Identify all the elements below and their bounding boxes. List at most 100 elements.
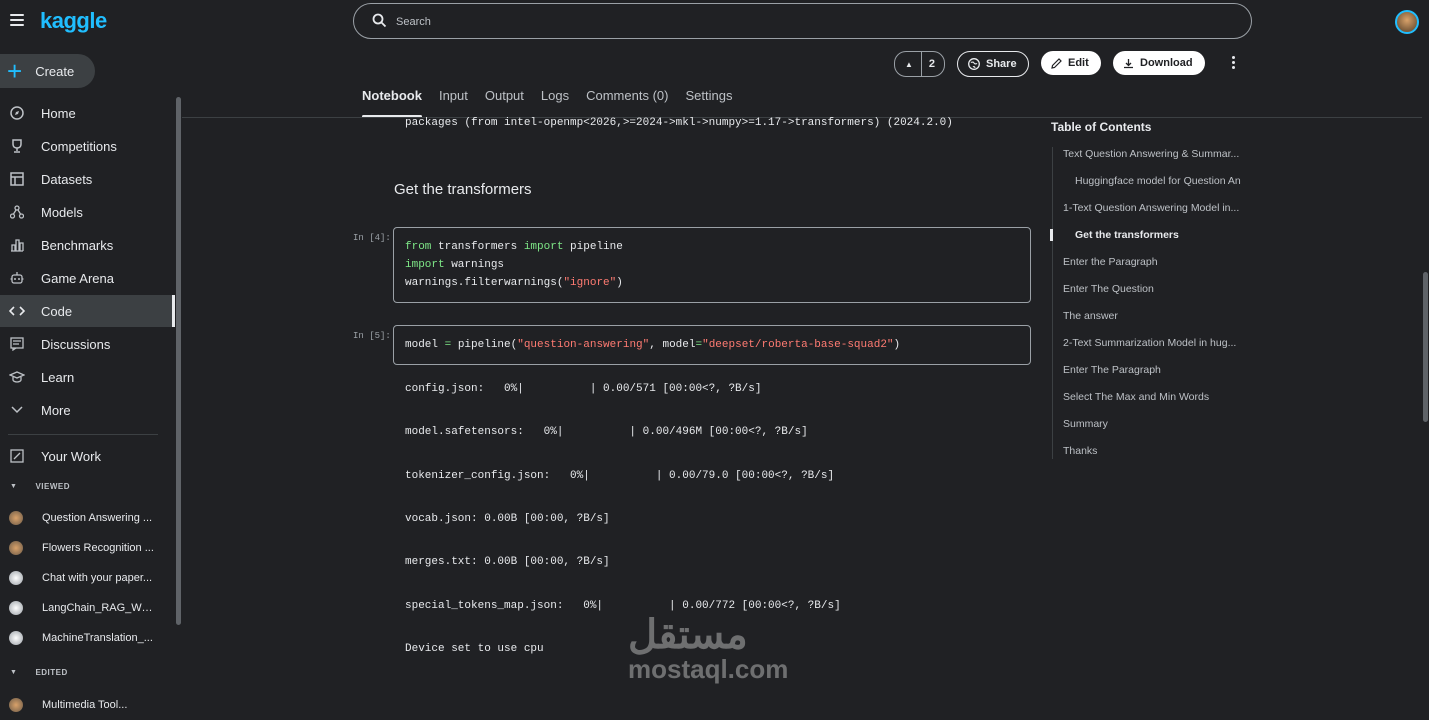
sidebar-item-label: Your Work <box>41 448 101 464</box>
sidebar-item-label: Models <box>41 204 83 220</box>
toc-item[interactable]: Text Question Answering & Summar... <box>1063 148 1253 160</box>
sidebar-item-learn[interactable]: Learn <box>0 361 175 393</box>
list-item[interactable]: Flowers Recognition ... <box>0 533 170 563</box>
sidebar-item-datasets[interactable]: Datasets <box>0 163 175 195</box>
tab-logs[interactable]: Logs <box>541 88 569 112</box>
sidebar-scrollbar[interactable] <box>176 97 181 625</box>
code-text: pipeline <box>563 241 623 253</box>
viewed-section-header[interactable]: ▼ VIEWED <box>10 482 70 491</box>
sidebar-item-your-work[interactable]: Your Work <box>0 440 175 472</box>
user-avatar[interactable] <box>1395 10 1419 34</box>
toc-item[interactable]: 1-Text Question Answering Model in... <box>1063 202 1253 214</box>
list-item[interactable]: Chat with your paper... <box>0 563 170 593</box>
list-item-label: Question Answering ... <box>42 512 153 524</box>
notebook-avatar <box>9 631 23 645</box>
list-item-label: MachineTranslation_... <box>42 632 153 644</box>
keyword: import <box>523 241 564 253</box>
page-scrollbar[interactable] <box>1423 272 1428 422</box>
sidebar-item-label: Home <box>41 105 76 121</box>
cell-output: special_tokens_map.json: 0%| | 0.00/772 … <box>405 600 841 612</box>
menu-icon[interactable] <box>10 14 24 26</box>
search-bar[interactable] <box>353 3 1252 39</box>
cell-output: model.safetensors: 0%| | 0.00/496M [00:0… <box>405 426 808 438</box>
tab-settings[interactable]: Settings <box>685 88 732 112</box>
string-literal: "question-answering" <box>517 339 650 351</box>
toc-item[interactable]: Summary <box>1063 418 1253 430</box>
upvote-button[interactable]: ▲ 2 <box>894 51 945 77</box>
toc-item[interactable]: Select The Max and Min Words <box>1063 391 1253 403</box>
cell-output: vocab.json: 0.00B [00:00, ?B/s] <box>405 513 610 525</box>
notebook-avatar <box>9 541 23 555</box>
keyword: import <box>405 259 445 271</box>
section-label: VIEWED <box>35 482 70 491</box>
code-text: warnings <box>444 259 505 271</box>
more-options-icon[interactable] <box>1232 56 1236 71</box>
sidebar-item-label: Datasets <box>41 171 93 187</box>
toc-item[interactable]: Enter The Question <box>1063 283 1253 295</box>
toc-item[interactable]: Enter the Paragraph <box>1063 256 1253 268</box>
list-item[interactable]: Multimedia Tool... <box>0 690 170 720</box>
cell-prompt: In [4]: <box>353 233 391 243</box>
sidebar-item-label: Learn <box>41 369 75 385</box>
compass-icon <box>9 105 25 121</box>
list-item[interactable]: Question Answering ... <box>0 503 170 533</box>
share-button[interactable]: Share <box>957 51 1029 77</box>
sidebar-item-competitions[interactable]: Competitions <box>0 130 175 162</box>
tab-output[interactable]: Output <box>485 88 524 112</box>
notebook-tabs: Notebook Input Output Logs Comments (0) … <box>362 88 749 118</box>
sidebar-item-label: Code <box>41 303 73 319</box>
list-item[interactable]: MachineTranslation_... <box>0 623 170 653</box>
globe-icon <box>968 58 980 70</box>
pencil-icon <box>1051 57 1062 69</box>
collapse-triangle-icon: ▼ <box>10 669 18 676</box>
toc-item[interactable]: 2-Text Summarization Model in hug... <box>1063 337 1253 349</box>
sidebar-header: kaggle <box>0 0 182 44</box>
sidebar-item-label: Benchmarks <box>41 237 114 253</box>
toc-title: Table of Contents <box>1051 120 1152 134</box>
edit-button[interactable]: Edit <box>1041 51 1101 75</box>
vote-divider <box>920 52 922 76</box>
tab-input[interactable]: Input <box>439 88 468 112</box>
table-of-contents: Table of Contents <box>1051 120 1261 144</box>
toc-item[interactable]: The answer <box>1063 310 1253 322</box>
tab-notebook[interactable]: Notebook <box>362 88 422 118</box>
sidebar-item-home[interactable]: Home <box>0 97 175 129</box>
code-cell[interactable]: model = pipeline("question-answering", m… <box>393 325 1031 365</box>
code-text: pipeline( <box>451 339 518 351</box>
watermark: مستقل mostaql.com <box>628 612 788 685</box>
edited-section-header[interactable]: ▼ EDITED <box>10 668 68 677</box>
search-icon <box>372 13 387 33</box>
notebook-avatar <box>9 601 23 615</box>
download-button[interactable]: Download <box>1113 51 1205 75</box>
toc-item[interactable]: Enter The Paragraph <box>1063 364 1253 376</box>
sidebar-item-discussions[interactable]: Discussions <box>0 328 175 360</box>
kaggle-logo[interactable]: kaggle <box>40 8 107 34</box>
search-input[interactable] <box>394 12 1198 32</box>
code-cell[interactable]: from transformers import pipeline import… <box>393 227 1031 303</box>
cell-prompt: In [5]: <box>353 331 391 341</box>
plus-icon: + <box>7 56 23 86</box>
sidebar-item-models[interactable]: Models <box>0 196 175 228</box>
sidebar-item-benchmarks[interactable]: Benchmarks <box>0 229 175 261</box>
watermark-latin: mostaql.com <box>628 654 789 684</box>
cell-output: merges.txt: 0.00B [00:00, ?B/s] <box>405 556 610 568</box>
discussion-icon <box>9 336 25 352</box>
toc-item[interactable]: Get the transformers <box>1075 229 1253 241</box>
toc-item[interactable]: Huggingface model for Question An <box>1075 175 1253 187</box>
code-text: model <box>405 339 445 351</box>
school-icon <box>9 369 25 385</box>
vote-count: 2 <box>928 58 936 70</box>
notebook-avatar <box>9 698 23 712</box>
download-icon <box>1123 58 1134 69</box>
toc-item[interactable]: Thanks <box>1063 445 1253 457</box>
create-label: Create <box>35 63 75 79</box>
sidebar-item-game-arena[interactable]: Game Arena <box>0 262 175 294</box>
code-text: , model <box>649 339 696 351</box>
create-button[interactable]: + Create <box>0 54 95 88</box>
sidebar-item-code[interactable]: Code <box>0 295 175 327</box>
cell-output: Device set to use cpu <box>405 643 544 655</box>
your-work-icon <box>9 448 25 464</box>
tab-comments[interactable]: Comments (0) <box>586 88 668 112</box>
list-item[interactable]: LangChain_RAG_We... <box>0 593 170 623</box>
sidebar-item-more[interactable]: More <box>0 394 175 426</box>
